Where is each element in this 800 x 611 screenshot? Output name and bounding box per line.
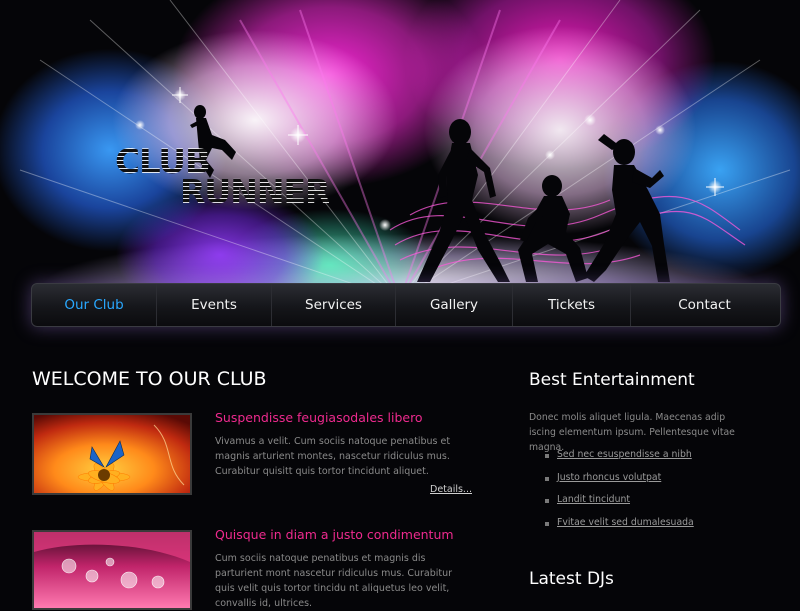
post-body: Vivamus a velit. Cum sociis natoque pena… [215,436,451,477]
post-thumbnail-butterfly[interactable] [32,413,192,495]
header-banner: CLUB RUNNER [0,0,800,285]
list-item: Justo rhoncus volutpat [545,472,694,495]
post-thumbnail-water-drops[interactable] [32,530,192,610]
bullet-icon [545,476,549,481]
main-nav: Our Club Events Services Gallery Tickets… [31,283,781,327]
nav-item-our-club[interactable]: Our Club [32,284,157,326]
butterfly-flower-image [34,415,190,493]
details-link[interactable]: Details... [430,484,472,495]
sidebar-link[interactable]: Fvitae velit sed dumalesuada [557,517,694,528]
welcome-heading: WELCOME TO OUR CLUB [32,368,267,390]
water-drops-image [34,532,190,608]
entertainment-heading: Best Entertainment [529,370,695,390]
nav-item-contact[interactable]: Contact [631,284,778,326]
sidebar-link[interactable]: Landit tincidunt [557,494,630,505]
bullet-icon [545,499,549,504]
nav-item-events[interactable]: Events [157,284,272,326]
bullet-icon [545,521,549,526]
logo-text-runner: RUNNER [180,172,330,211]
list-item: Fvitae velit sed dumalesuada [545,517,694,540]
list-item: Sed nec esuspendisse a nibh [545,449,694,472]
bullet-icon [545,454,549,458]
club-runner-logo[interactable]: CLUB RUNNER [115,145,355,215]
post-body: Cum sociis natoque penatibus et magnis d… [215,553,453,609]
list-item: Landit tincidunt [545,494,694,517]
nav-item-tickets[interactable]: Tickets [513,284,631,326]
post-title[interactable]: Suspendisse feugiasodales libero [215,410,423,425]
post-item: Suspendisse feugiasodales libero Vivamus… [32,410,472,503]
nav-item-services[interactable]: Services [272,284,396,326]
sidebar-link[interactable]: Justo rhoncus volutpat [557,472,661,483]
nav-item-gallery[interactable]: Gallery [396,284,513,326]
post-item: Quisque in diam a justo condimentum Cum … [32,527,472,610]
latest-djs-heading: Latest DJs [529,569,614,589]
sidebar-link[interactable]: Sed nec esuspendisse a nibh [557,449,692,460]
post-title[interactable]: Quisque in diam a justo condimentum [215,527,454,542]
entertainment-links: Sed nec esuspendisse a nibh Justo rhoncu… [545,449,694,539]
